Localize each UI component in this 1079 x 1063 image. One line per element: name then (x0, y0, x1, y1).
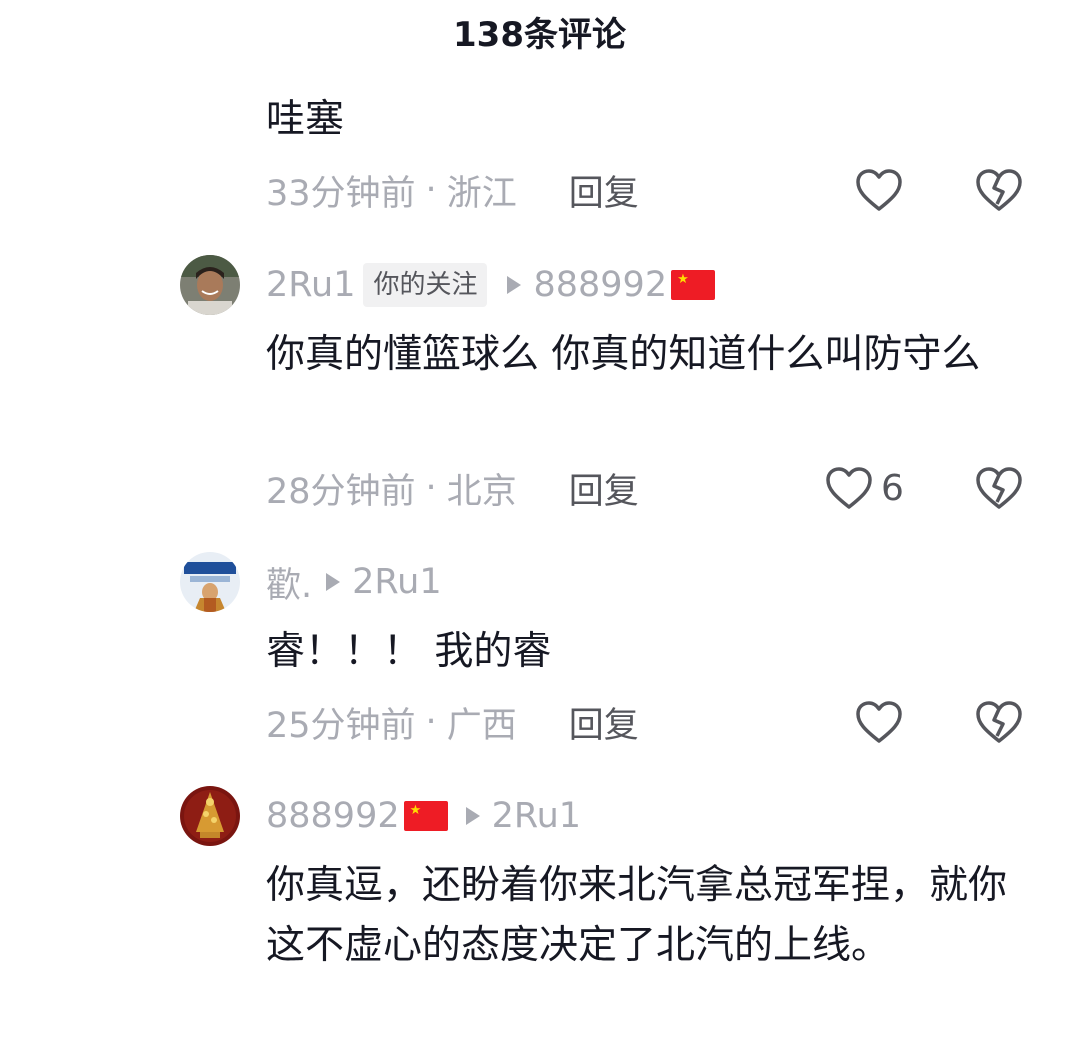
china-flag-icon: ★ (403, 801, 448, 831)
triangle-right-icon (507, 276, 522, 294)
reply-to-username[interactable]: 2Ru1 (492, 796, 581, 836)
comment-header: 2Ru1 你的关注 888992 ★ (266, 255, 716, 315)
comment-text: 你真的懂篮球么 你真的知道什么叫防守么 (266, 332, 981, 377)
reply-button[interactable]: 回复 (569, 697, 639, 748)
avatar[interactable] (180, 786, 240, 846)
comment-header: 888992 ★ 2Ru1 (266, 786, 581, 846)
like-button[interactable]: 6 (825, 458, 904, 518)
comment-time: 25分钟前 (266, 705, 416, 746)
username[interactable]: 歡. (266, 557, 312, 608)
triangle-right-icon (465, 807, 480, 825)
like-button[interactable] (855, 692, 903, 752)
reply-to-username[interactable]: 888992 (533, 265, 667, 305)
dislike-button[interactable] (974, 692, 1024, 752)
broken-heart-icon (976, 701, 1022, 743)
comment-location: 浙江 (446, 173, 517, 214)
like-count: 6 (881, 467, 904, 509)
avatar[interactable] (180, 552, 240, 612)
avatar[interactable] (180, 255, 240, 315)
like-button[interactable] (855, 160, 903, 220)
comment-time: 28分钟前 (266, 471, 416, 512)
comment-meta: 33分钟前 · 浙江 回复 (266, 160, 639, 220)
china-flag-icon: ★ (671, 270, 716, 300)
username[interactable]: 888992 (266, 796, 400, 836)
heart-outline-icon (826, 467, 872, 509)
separator-dot: · (425, 170, 437, 210)
heart-outline-icon (856, 701, 902, 743)
comment-location: 北京 (446, 471, 517, 512)
separator-dot: · (425, 468, 437, 508)
following-tag: 你的关注 (363, 263, 488, 307)
separator-dot: · (425, 702, 437, 742)
comment-text: 哇塞 (266, 97, 345, 142)
broken-heart-icon (976, 467, 1022, 509)
username[interactable]: 2Ru1 (266, 265, 355, 305)
triangle-right-icon (326, 573, 341, 591)
reply-button[interactable]: 回复 (569, 463, 639, 514)
comment-text: 睿！！！ 我的睿 (266, 629, 552, 674)
comment-location: 广西 (446, 705, 517, 746)
comments-count-title: 138条评论 (453, 15, 626, 55)
reply-to-username[interactable]: 2Ru1 (352, 562, 441, 602)
broken-heart-icon (976, 169, 1022, 211)
dislike-button[interactable] (974, 160, 1024, 220)
heart-outline-icon (856, 169, 902, 211)
reply-button[interactable]: 回复 (569, 165, 639, 216)
comment-meta: 25分钟前 · 广西 回复 (266, 692, 639, 752)
comment-header: 歡. 2Ru1 (266, 552, 442, 612)
comment-time: 33分钟前 (266, 173, 416, 214)
dislike-button[interactable] (974, 458, 1024, 518)
comment-meta: 28分钟前 · 北京 回复 (266, 458, 639, 518)
comment-text: 你真逗，还盼着你来北汽拿总冠军捏，就你这不虚心的态度决定了北汽的上线。 (266, 863, 1008, 968)
